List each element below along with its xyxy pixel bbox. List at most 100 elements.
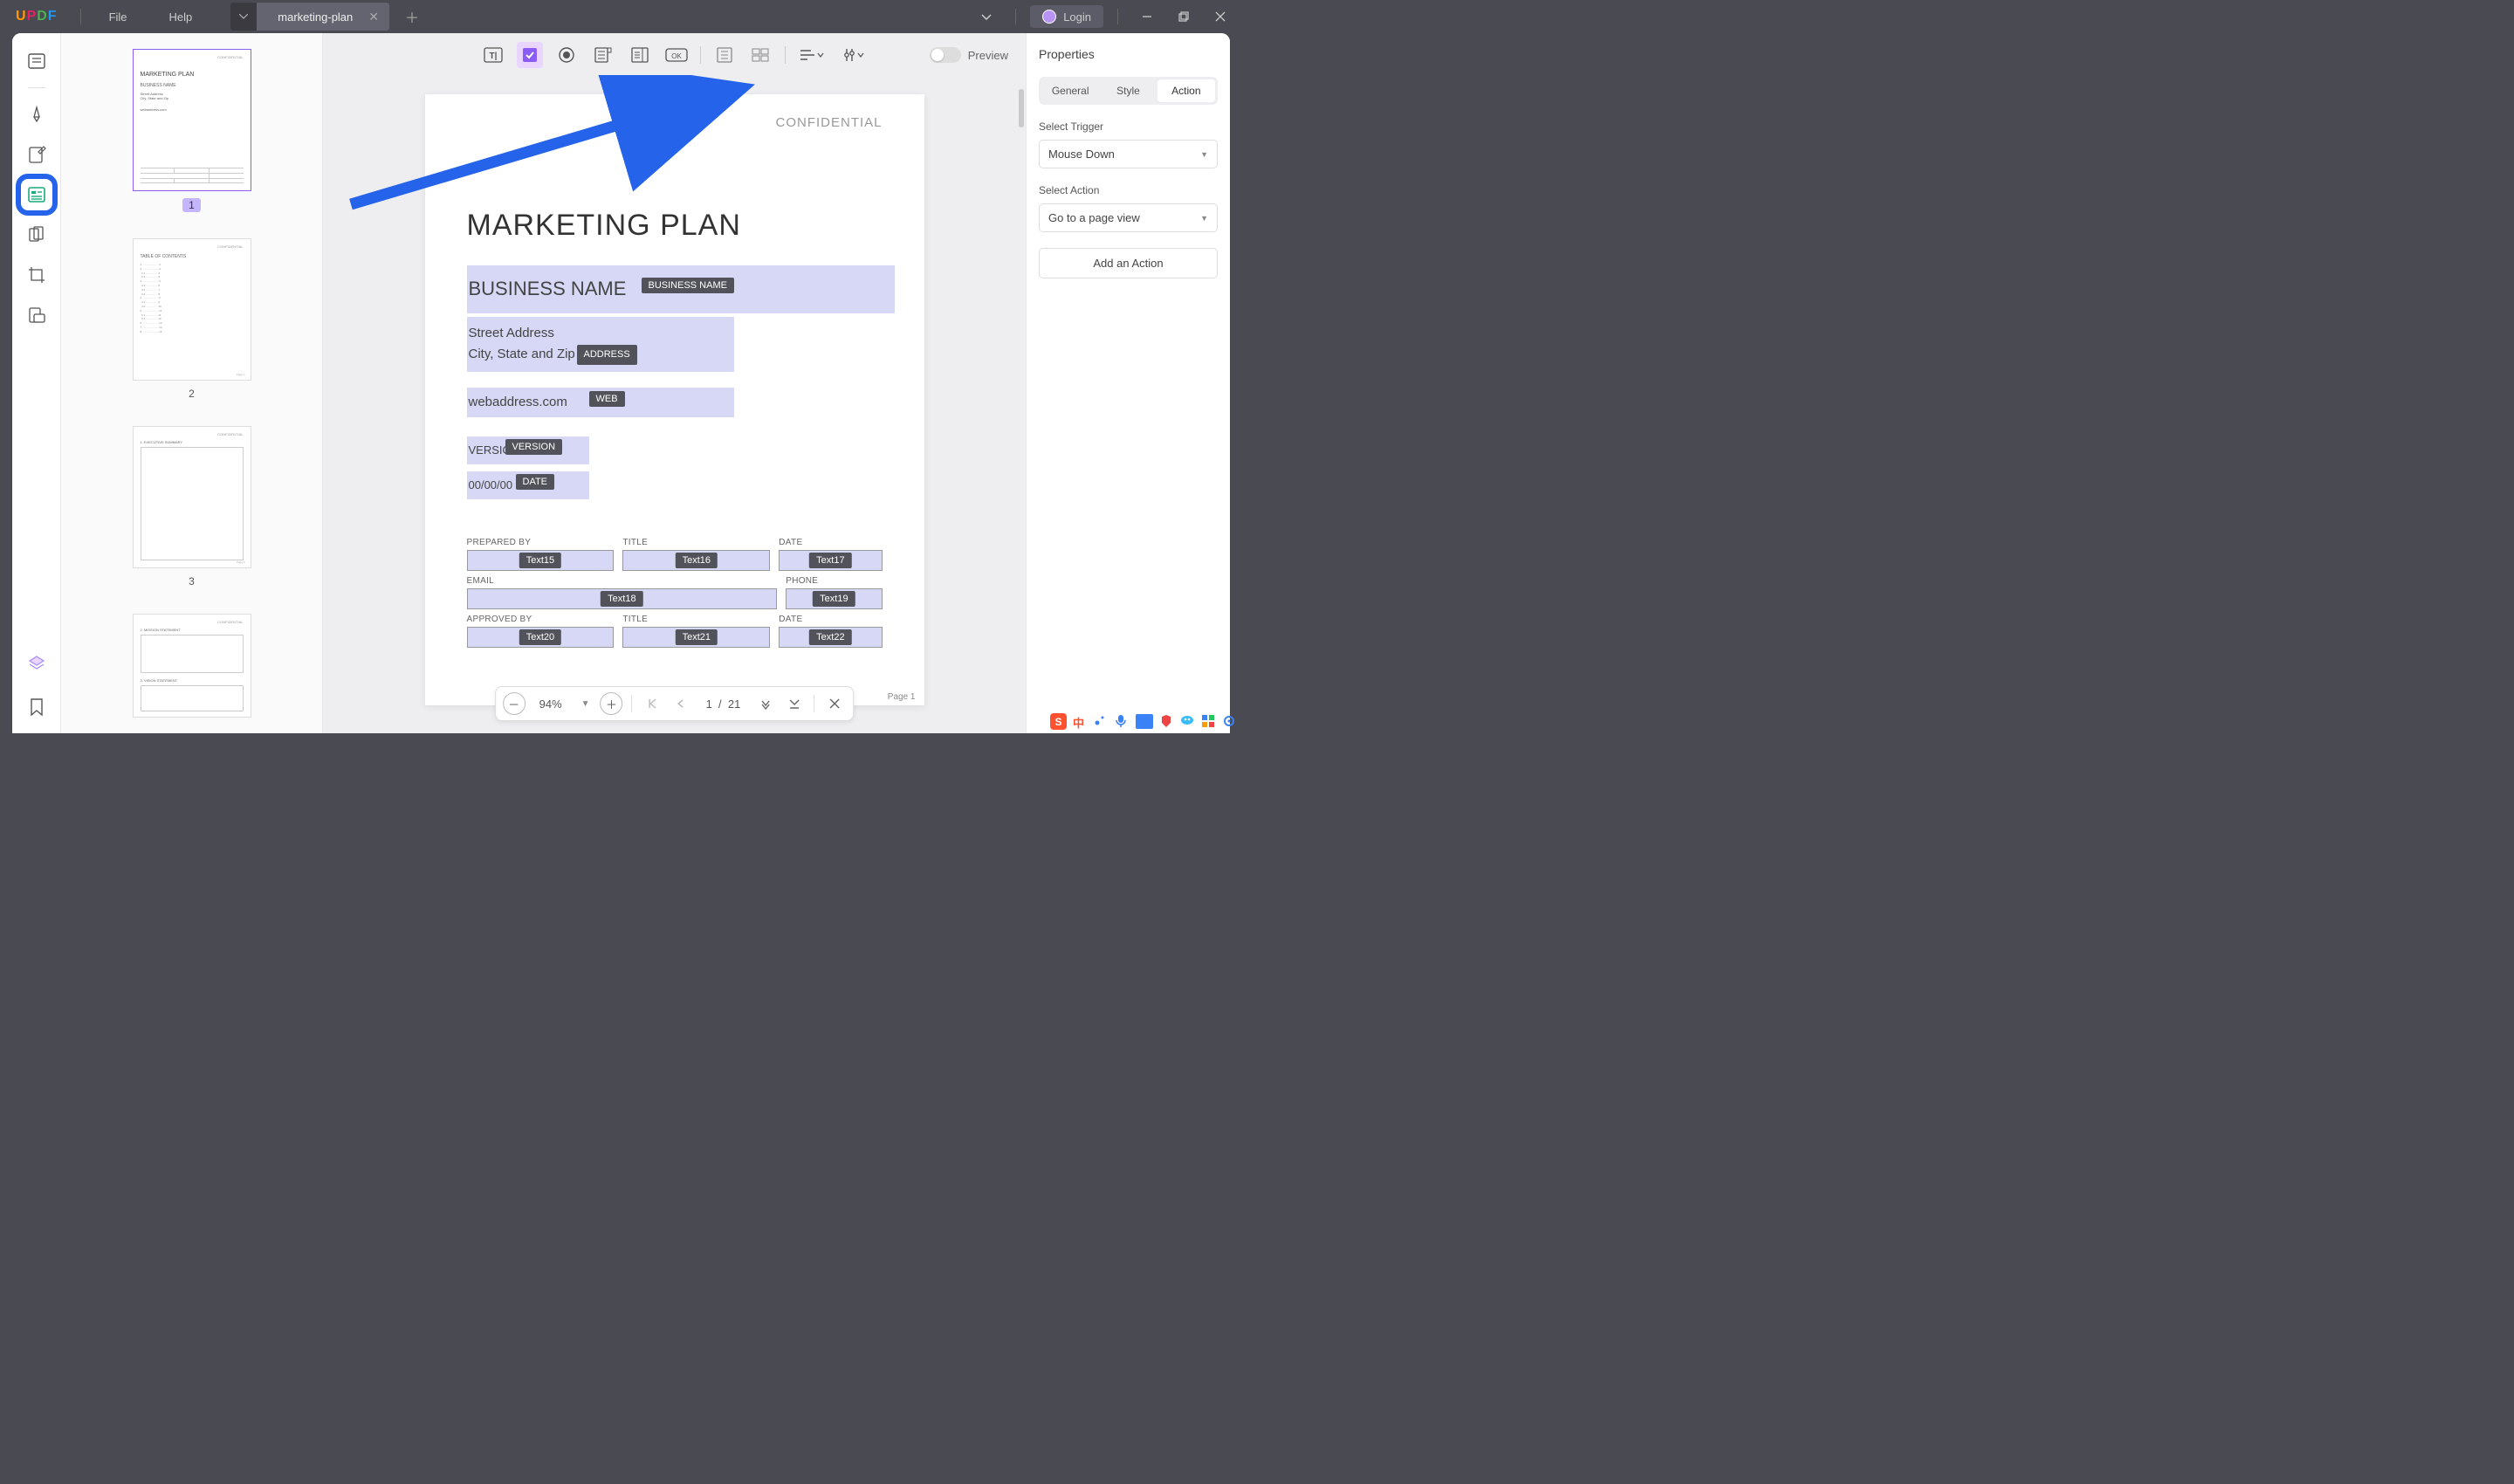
tray-mic-icon[interactable] bbox=[1115, 714, 1130, 729]
chevron-down-icon[interactable] bbox=[972, 3, 1001, 30]
separator bbox=[28, 87, 45, 88]
tray-icon[interactable] bbox=[1094, 714, 1109, 729]
text-field-tool[interactable]: T| bbox=[480, 42, 506, 68]
thumbnail-page-4[interactable]: CONFIDENTIAL 2. MISSION STATEMENT 3. VIS… bbox=[133, 614, 251, 718]
tab-general[interactable]: General bbox=[1041, 79, 1099, 102]
confidential-watermark: CONFIDENTIAL bbox=[467, 115, 883, 130]
app-logo: UPDF bbox=[0, 9, 73, 24]
field-tag: Text18 bbox=[601, 591, 642, 607]
separator bbox=[632, 695, 633, 712]
form-settings-tool[interactable] bbox=[838, 42, 869, 68]
maximize-button[interactable] bbox=[1169, 3, 1199, 30]
version-field[interactable]: VERSION VERSION bbox=[467, 436, 589, 464]
system-tray: S 中 bbox=[1050, 713, 1237, 730]
chevron-down-icon: ▼ bbox=[1200, 150, 1208, 159]
zoom-dropdown[interactable]: ▼ bbox=[576, 699, 595, 709]
close-zoombar-button[interactable] bbox=[823, 692, 846, 715]
document-tab[interactable]: marketing-plan ✕ bbox=[257, 3, 389, 31]
button-tool[interactable]: OK bbox=[663, 42, 690, 68]
layers-button[interactable] bbox=[21, 648, 52, 679]
label-phone: PHONE bbox=[786, 576, 882, 586]
select-trigger-label: Select Trigger bbox=[1039, 120, 1218, 133]
tray-icon[interactable]: 中 bbox=[1073, 714, 1088, 729]
listbox-tool[interactable] bbox=[627, 42, 653, 68]
title-field-2[interactable]: Text21 bbox=[622, 627, 770, 648]
tray-icon[interactable]: S bbox=[1050, 713, 1067, 730]
zoom-in-button[interactable]: ＋ bbox=[601, 692, 623, 715]
properties-title: Properties bbox=[1039, 47, 1218, 61]
menu-help[interactable]: Help bbox=[148, 10, 214, 24]
prepared-by-field[interactable]: Text15 bbox=[467, 550, 615, 571]
last-page-button[interactable] bbox=[782, 692, 805, 715]
organize-pages-button[interactable] bbox=[21, 219, 52, 251]
menu-file[interactable]: File bbox=[88, 10, 148, 24]
tray-icon[interactable] bbox=[1180, 714, 1195, 729]
svg-text:OK: OK bbox=[671, 52, 682, 60]
web-field[interactable]: webaddress.com WEB bbox=[467, 388, 734, 417]
date-field-tool[interactable] bbox=[748, 42, 774, 68]
properties-tabs: General Style Action bbox=[1039, 77, 1218, 105]
trigger-select[interactable]: Mouse Down ▼ bbox=[1039, 140, 1218, 168]
tab-style[interactable]: Style bbox=[1099, 79, 1157, 102]
date-field-3[interactable]: Text22 bbox=[779, 627, 882, 648]
thumbnail-page-1[interactable]: CONFIDENTIAL MARKETING PLAN BUSINESS NAM… bbox=[133, 49, 251, 191]
action-select[interactable]: Go to a page view ▼ bbox=[1039, 203, 1218, 232]
align-tool[interactable] bbox=[796, 42, 828, 68]
radio-button-tool[interactable] bbox=[553, 42, 580, 68]
dropdown-tool[interactable] bbox=[590, 42, 616, 68]
separator bbox=[1117, 9, 1118, 24]
comment-tool-button[interactable] bbox=[21, 99, 52, 130]
login-button[interactable]: Login bbox=[1030, 5, 1103, 28]
approved-by-field[interactable]: Text20 bbox=[467, 627, 615, 648]
titlebar-right: Login bbox=[972, 3, 1242, 30]
thumbnails-panel: CONFIDENTIAL MARKETING PLAN BUSINESS NAM… bbox=[61, 33, 323, 733]
label-prepared-by: PREPARED BY bbox=[467, 538, 615, 547]
tray-keyboard-icon[interactable] bbox=[1136, 714, 1153, 729]
add-action-button[interactable]: Add an Action bbox=[1039, 248, 1218, 278]
image-field-tool[interactable] bbox=[711, 42, 738, 68]
first-page-button[interactable] bbox=[642, 692, 664, 715]
minimize-button[interactable] bbox=[1132, 3, 1162, 30]
date-field[interactable]: 00/00/00 DATE bbox=[467, 471, 589, 499]
thumbnail-page-2[interactable]: CONFIDENTIAL TABLE OF CONTENTS 1. ......… bbox=[133, 238, 251, 381]
redact-tool-button[interactable] bbox=[21, 299, 52, 331]
field-tag: Text20 bbox=[519, 629, 561, 645]
phone-field[interactable]: Text19 bbox=[786, 588, 882, 609]
field-tag: Text17 bbox=[809, 553, 851, 568]
reader-mode-button[interactable] bbox=[21, 45, 52, 77]
preview-toggle[interactable] bbox=[930, 47, 961, 63]
edit-tool-button[interactable] bbox=[21, 139, 52, 170]
avatar-icon bbox=[1042, 10, 1056, 24]
prev-page-button[interactable] bbox=[670, 692, 692, 715]
form-table: PREPARED BYText15 TITLEText16 DATEText17… bbox=[467, 538, 883, 648]
tab-dropdown[interactable] bbox=[230, 3, 257, 31]
scrollbar-thumb[interactable] bbox=[1019, 89, 1024, 127]
tray-icon[interactable] bbox=[1159, 714, 1174, 729]
select-action-label: Select Action bbox=[1039, 184, 1218, 196]
checkbox-tool[interactable] bbox=[517, 42, 543, 68]
tab-action[interactable]: Action bbox=[1157, 79, 1215, 102]
tray-gear-icon[interactable] bbox=[1222, 714, 1237, 729]
business-name-field[interactable]: BUSINESS NAME BUSINESS NAME bbox=[467, 265, 895, 313]
zoom-out-button[interactable]: － bbox=[503, 692, 525, 715]
title-field[interactable]: Text16 bbox=[622, 550, 770, 571]
form-toolbar: T| OK Preview bbox=[323, 42, 1026, 68]
field-tag: BUSINESS NAME bbox=[642, 278, 734, 293]
page-indicator: Page 1 bbox=[888, 692, 916, 702]
page-current[interactable]: 1 / 21 bbox=[697, 697, 750, 711]
close-button[interactable] bbox=[1205, 3, 1235, 30]
field-tag: WEB bbox=[589, 391, 625, 407]
field-tag: VERSION bbox=[505, 439, 563, 455]
close-icon[interactable]: ✕ bbox=[368, 10, 379, 24]
field-tag: DATE bbox=[516, 474, 555, 490]
address-field[interactable]: Street Address City, State and Zip ADDRE… bbox=[467, 317, 734, 372]
thumbnail-page-3[interactable]: CONFIDENTIAL 1. EXECUTIVE SUMMARY Page 3 bbox=[133, 426, 251, 568]
next-page-button[interactable] bbox=[754, 692, 777, 715]
date-field-2[interactable]: Text17 bbox=[779, 550, 882, 571]
add-tab-button[interactable]: ＋ bbox=[398, 3, 426, 31]
email-field[interactable]: Text18 bbox=[467, 588, 778, 609]
bookmark-button[interactable] bbox=[21, 691, 52, 723]
crop-tool-button[interactable] bbox=[21, 259, 52, 291]
form-tool-button[interactable] bbox=[21, 179, 52, 210]
tray-icon[interactable] bbox=[1201, 714, 1216, 729]
